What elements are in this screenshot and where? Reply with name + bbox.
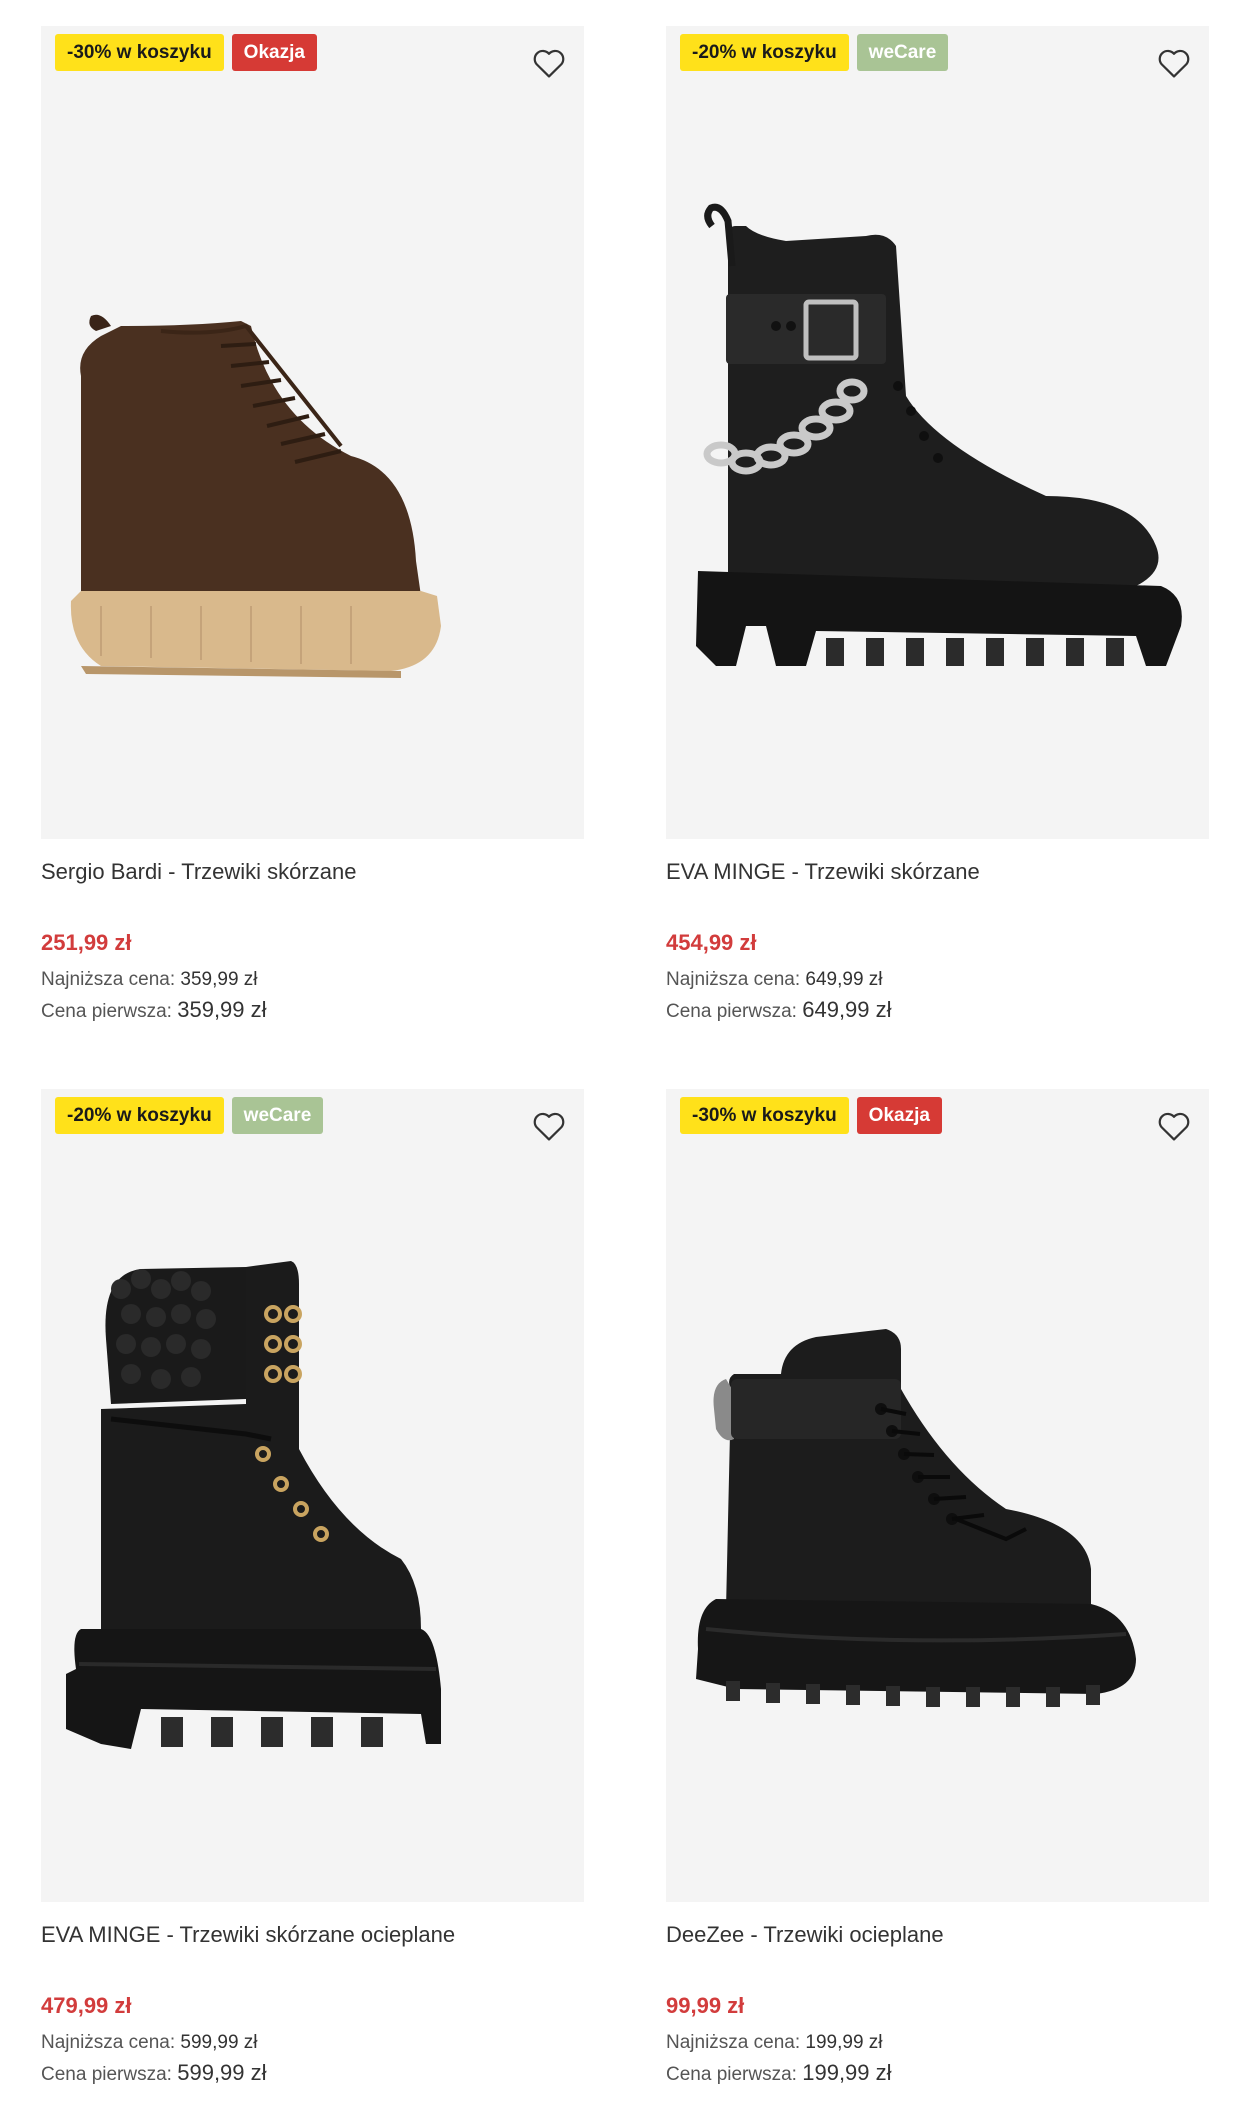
first-price-value: 199,99 zł — [802, 2060, 892, 2085]
product-image[interactable] — [41, 1089, 584, 1902]
lowest-price-row: Najniższa cena: 199,99 zł — [666, 2028, 1209, 2058]
lowest-price-row: Najniższa cena: 359,99 zł — [41, 965, 584, 995]
heart-outline-icon[interactable] — [530, 44, 568, 82]
discount-badge: -20% w koszyku — [680, 34, 849, 71]
first-price-row: Cena pierwsza: 599,99 zł — [41, 2058, 584, 2090]
lowest-price-label: Najniższa cena: — [41, 2032, 176, 2053]
product-image[interactable] — [41, 26, 584, 839]
product-title[interactable]: DeeZee - Trzewiki ocieplane — [666, 1920, 1209, 1950]
product-image-container[interactable]: -30% w koszyku Okazja — [666, 1089, 1209, 1902]
heart-outline-icon[interactable] — [1155, 44, 1193, 82]
lowest-price-value: 199,99 zł — [805, 2032, 883, 2053]
promo-badge: Okazja — [231, 34, 317, 71]
product-image-container[interactable]: -20% w koszyku weCare — [666, 26, 1209, 839]
lowest-price-label: Najniższa cena: — [41, 969, 176, 990]
product-card[interactable]: -20% w koszyku weCare EVA MINGE - Trzewi… — [41, 1089, 584, 2090]
product-price: 454,99 zł — [666, 930, 757, 955]
lowest-price-row: Najniższa cena: 599,99 zł — [41, 2028, 584, 2058]
first-price-value: 599,99 zł — [177, 2060, 267, 2085]
lowest-price-value: 599,99 zł — [180, 2032, 258, 2053]
product-card[interactable]: -20% w koszyku weCare EVA MINGE - Trzewi… — [666, 26, 1209, 1027]
heart-outline-icon[interactable] — [1155, 1107, 1193, 1145]
product-card[interactable]: -30% w koszyku Okazja Sergio Bardi - Trz… — [41, 26, 584, 1027]
product-price: 479,99 zł — [41, 1993, 132, 2018]
lowest-price-row: Najniższa cena: 649,99 zł — [666, 965, 1209, 995]
lowest-price-value: 359,99 zł — [180, 969, 258, 990]
first-price-row: Cena pierwsza: 649,99 zł — [666, 995, 1209, 1027]
product-image[interactable] — [666, 26, 1209, 839]
first-price-row: Cena pierwsza: 199,99 zł — [666, 2058, 1209, 2090]
discount-badge: -30% w koszyku — [680, 1097, 849, 1134]
first-price-label: Cena pierwsza: — [41, 1001, 172, 1022]
product-price: 99,99 zł — [666, 1993, 745, 2018]
first-price-row: Cena pierwsza: 359,99 zł — [41, 995, 584, 1027]
first-price-value: 359,99 zł — [177, 997, 267, 1022]
first-price-label: Cena pierwsza: — [666, 2064, 797, 2085]
lowest-price-label: Najniższa cena: — [666, 2032, 801, 2053]
product-image[interactable] — [666, 1089, 1209, 1902]
product-title[interactable]: EVA MINGE - Trzewiki skórzane ocieplane — [41, 1920, 584, 1950]
first-price-label: Cena pierwsza: — [666, 1001, 797, 1022]
heart-outline-icon[interactable] — [530, 1107, 568, 1145]
wecare-badge: weCare — [856, 34, 949, 71]
wecare-badge: weCare — [231, 1097, 324, 1134]
discount-badge: -30% w koszyku — [55, 34, 224, 71]
product-title[interactable]: Sergio Bardi - Trzewiki skórzane — [41, 857, 584, 887]
first-price-label: Cena pierwsza: — [41, 2064, 172, 2085]
product-price: 251,99 zł — [41, 930, 132, 955]
lowest-price-label: Najniższa cena: — [666, 969, 801, 990]
product-image-container[interactable]: -30% w koszyku Okazja — [41, 26, 584, 839]
promo-badge: Okazja — [856, 1097, 942, 1134]
first-price-value: 649,99 zł — [802, 997, 892, 1022]
product-image-container[interactable]: -20% w koszyku weCare — [41, 1089, 584, 1902]
lowest-price-value: 649,99 zł — [805, 969, 883, 990]
product-card[interactable]: -30% w koszyku Okazja DeeZee - Trzewiki … — [666, 1089, 1209, 2090]
discount-badge: -20% w koszyku — [55, 1097, 224, 1134]
product-title[interactable]: EVA MINGE - Trzewiki skórzane — [666, 857, 1209, 887]
